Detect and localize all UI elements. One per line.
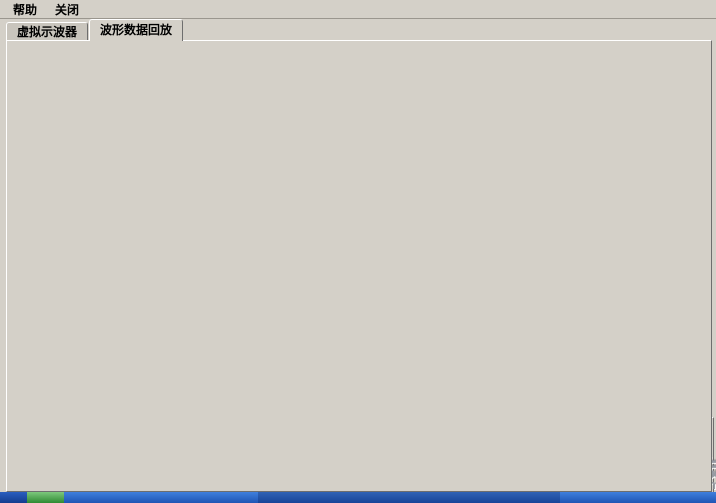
tab-page (6, 40, 712, 492)
start-button[interactable] (27, 492, 64, 503)
menu-item-close[interactable]: 关闭 (48, 0, 86, 19)
tab-strip: 虚拟示波器 波形数据回放 (6, 21, 184, 41)
taskbar-corner (0, 492, 27, 503)
taskbar-window-button[interactable] (258, 492, 560, 503)
tab-virtual-oscilloscope[interactable]: 虚拟示波器 (6, 22, 88, 41)
menu-bar: 帮助 关闭 (0, 0, 716, 19)
app-window: { "window": { "menu_items": ["帮助", "关闭"]… (0, 0, 716, 503)
menu-item-help[interactable]: 帮助 (6, 0, 44, 19)
tab-waveform-playback[interactable]: 波形数据回放 (89, 19, 183, 41)
